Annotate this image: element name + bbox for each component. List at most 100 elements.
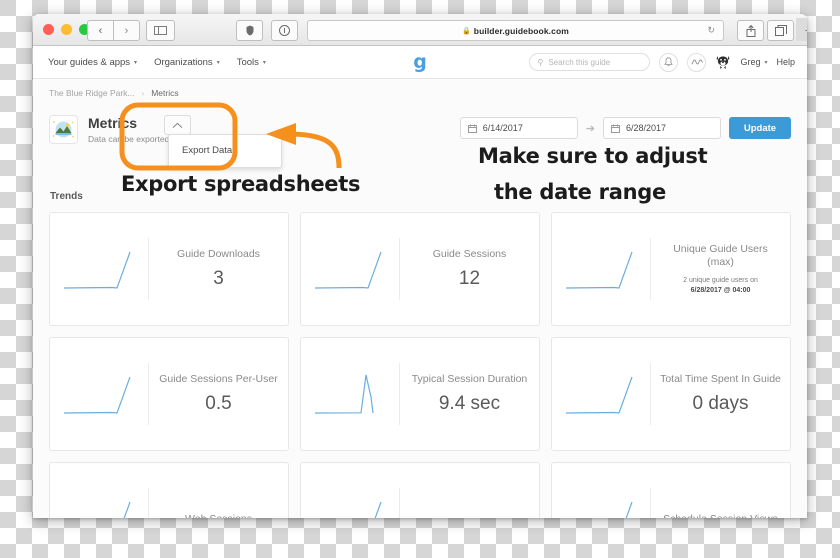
card-label: Total Time Spent In Guide	[660, 373, 781, 385]
calendar-icon	[611, 124, 620, 133]
app-nav-right: ⚲ Search this guide Greg ▾ Help	[529, 46, 795, 78]
chevron-down-icon: ▾	[262, 59, 266, 66]
export-dropdown-menu: Export Data	[168, 134, 282, 168]
page-content: The Blue Ridge Park... › Metrics Metrics…	[33, 79, 807, 518]
card-body: Guide Sessions Per-User 0.5	[149, 373, 288, 415]
menu-item-export-data[interactable]: Export Data	[169, 143, 281, 158]
share-icon	[746, 24, 755, 37]
end-date-value: 6/28/2017	[626, 123, 667, 133]
notifications-button[interactable]	[659, 52, 679, 72]
sparkline	[301, 242, 399, 296]
chevron-down-icon: ▾	[764, 59, 768, 66]
browser-chrome: ‹ › 🔒 builder.guidebook.com ↻	[33, 14, 807, 46]
sparkline	[552, 492, 650, 518]
chevron-up-icon	[172, 122, 183, 128]
sparkline	[301, 492, 399, 518]
activity-button[interactable]	[687, 52, 707, 72]
export-toggle-button[interactable]	[164, 115, 191, 135]
card-label: Guide Downloads	[177, 248, 260, 260]
app-nav-items: Your guides & apps ▾ Organizations ▾ Too…	[48, 46, 266, 78]
info-icon	[279, 25, 290, 36]
plus-icon: +	[805, 22, 807, 38]
trend-card[interactable]: Total Time Spent In Guide 0 days	[551, 337, 791, 451]
browser-window: ‹ › 🔒 builder.guidebook.com ↻ Your guide…	[33, 14, 807, 518]
card-value: 0.5	[205, 393, 232, 414]
card-body: Schedule Session Views	[651, 513, 790, 519]
address-bar[interactable]: 🔒 builder.guidebook.com ↻	[307, 20, 724, 41]
trend-card[interactable]: Guide Sessions Per-User 0.5	[49, 337, 289, 451]
shield-icon	[246, 25, 253, 36]
window-controls[interactable]	[43, 24, 90, 35]
search-input[interactable]: ⚲ Search this guide	[529, 53, 651, 71]
card-body: Guide Sessions 12	[400, 248, 539, 290]
guidebook-logo[interactable]: g	[413, 50, 427, 74]
guide-thumbnail-icon	[51, 117, 76, 142]
bell-icon	[664, 57, 674, 67]
card-body: Total Time Spent In Guide 0 days	[651, 373, 790, 415]
nav-item-organizations[interactable]: Organizations ▾	[154, 57, 220, 68]
sparkline	[50, 492, 148, 518]
sparkline	[301, 367, 399, 421]
card-note-timestamp: 6/28/2017 @ 04:00	[690, 286, 751, 294]
card-label: Guide Sessions Per-User	[159, 373, 278, 385]
export-data-control: Export Data	[164, 115, 282, 168]
search-icon: ⚲	[537, 57, 544, 67]
end-date-input[interactable]: 6/28/2017	[603, 117, 721, 139]
dog-avatar-icon	[716, 55, 730, 69]
nav-item-tools[interactable]: Tools ▾	[237, 57, 266, 68]
app-navbar: Your guides & apps ▾ Organizations ▾ Too…	[33, 46, 807, 79]
trend-card[interactable]	[300, 462, 540, 518]
trend-card[interactable]: Schedule Session Views	[551, 462, 791, 518]
avatar[interactable]	[715, 54, 731, 70]
card-body: Guide Downloads 3	[149, 248, 288, 290]
screenshot-root: ‹ › 🔒 builder.guidebook.com ↻ Your guide…	[0, 0, 840, 553]
chevron-left-icon: ‹	[98, 24, 103, 37]
trend-card[interactable]: Unique Guide Users (max) 2 unique guide u…	[551, 212, 791, 326]
card-value: 12	[458, 268, 481, 289]
breadcrumb-parent[interactable]: The Blue Ridge Park...	[49, 88, 135, 98]
trends-section-label: Trends	[50, 191, 83, 202]
nav-item-label: Tools	[236, 56, 259, 68]
trend-card[interactable]: Guide Downloads 3	[49, 212, 289, 326]
show-tabs-button[interactable]	[767, 20, 794, 41]
activity-wave-icon	[691, 59, 703, 65]
guide-thumbnail	[49, 115, 78, 144]
chevron-down-icon: ▾	[134, 59, 138, 66]
share-button[interactable]	[737, 20, 764, 41]
reader-shield-button[interactable]	[236, 20, 263, 41]
breadcrumb-current: Metrics	[151, 88, 179, 98]
card-label: Schedule Session Views	[659, 513, 782, 519]
user-menu[interactable]: Greg ▾	[740, 57, 767, 67]
update-button[interactable]: Update	[729, 117, 791, 139]
trends-card-grid: Guide Downloads 3 Guide Sessions 12 Unique G…	[49, 212, 791, 518]
sparkline	[50, 242, 148, 296]
lock-icon: 🔒	[462, 27, 471, 35]
new-tab-button[interactable]: +	[796, 18, 807, 41]
url-text: builder.guidebook.com	[473, 25, 569, 36]
reload-icon[interactable]: ↻	[707, 25, 715, 36]
help-link[interactable]: Help	[776, 57, 795, 67]
nav-item-label: Your guides & apps	[48, 56, 131, 68]
card-label: Guide Sessions	[432, 248, 507, 260]
trend-card[interactable]: Typical Session Duration 9.4 sec	[300, 337, 540, 451]
close-window-button[interactable]	[43, 24, 54, 35]
nav-item-label: Organizations	[154, 56, 213, 68]
sidebar-toggle-button[interactable]	[146, 20, 175, 41]
trend-card[interactable]: Guide Sessions 12	[300, 212, 540, 326]
nav-buttons[interactable]: ‹ ›	[87, 20, 140, 41]
back-button[interactable]: ‹	[87, 20, 113, 41]
card-note: 2 unique guide users on 6/28/2017 @ 04:00	[659, 276, 782, 296]
start-date-input[interactable]: 6/14/2017	[459, 117, 578, 139]
trend-card[interactable]: Web Sessions	[49, 462, 289, 518]
card-divider	[399, 488, 400, 518]
nav-item-your-guides[interactable]: Your guides & apps ▾	[48, 57, 137, 68]
date-arrow-icon: ➔	[585, 122, 595, 135]
card-body: Web Sessions	[149, 513, 288, 519]
card-label: Web Sessions	[157, 513, 280, 519]
page-info-button[interactable]	[271, 20, 298, 41]
forward-button[interactable]: ›	[113, 20, 140, 41]
chevron-down-icon: ▾	[216, 59, 220, 66]
minimize-window-button[interactable]	[61, 24, 72, 35]
sparkline	[552, 242, 650, 296]
card-body: Unique Guide Users (max) 2 unique guide u…	[651, 243, 790, 296]
